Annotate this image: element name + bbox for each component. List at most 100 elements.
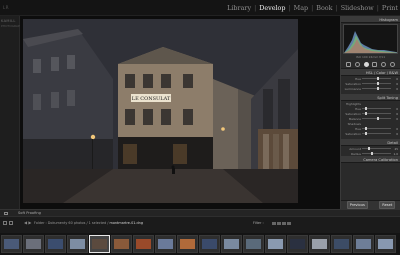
- filmstrip-thumb[interactable]: [133, 235, 154, 253]
- thumb-image: [268, 239, 283, 249]
- slider-track[interactable]: [362, 117, 391, 120]
- slider-label: Radius: [350, 151, 361, 156]
- thumb-image: [92, 239, 107, 249]
- thumb-image: [48, 239, 63, 249]
- thumb-image: [26, 239, 41, 249]
- slider-track[interactable]: [362, 82, 391, 85]
- filter-swatch: [272, 222, 276, 225]
- selected-count: / 1 selected /: [86, 221, 109, 225]
- slider-value: 25: [394, 146, 398, 151]
- adjustment-brush-icon[interactable]: [390, 61, 396, 67]
- detail-header[interactable]: Detail: [341, 139, 400, 146]
- filmstrip-thumb-selected[interactable]: [89, 235, 110, 253]
- slider-knob[interactable]: [376, 87, 379, 90]
- slider-knob[interactable]: [364, 112, 367, 115]
- filmstrip-thumb[interactable]: [331, 235, 352, 253]
- thumb-image: [290, 239, 305, 249]
- slider-knob[interactable]: [364, 127, 367, 130]
- slider-track[interactable]: [362, 112, 391, 115]
- filmstrip-source[interactable]: Folder : Dokumenty 60 photos / 1 selecte…: [34, 221, 143, 225]
- radial-filter-icon[interactable]: [381, 61, 387, 67]
- tool-strip: [341, 60, 400, 69]
- slider-knob[interactable]: [364, 132, 367, 135]
- module-map[interactable]: Map: [292, 4, 310, 12]
- slider-value: 0: [396, 81, 398, 86]
- single-view-icon[interactable]: [3, 221, 7, 225]
- slider-label: Saturation: [345, 81, 361, 86]
- slider-value: 0: [396, 116, 398, 121]
- filmstrip-thumb[interactable]: [375, 235, 396, 253]
- filmstrip-thumb[interactable]: [265, 235, 286, 253]
- thumb-image: [114, 239, 129, 249]
- street-lamp: [90, 134, 96, 140]
- thumb-image: [70, 239, 85, 249]
- histogram-graph: [344, 31, 397, 53]
- image-canvas: LE CONSULAT: [20, 16, 340, 209]
- filmstrip-thumb[interactable]: [45, 235, 66, 253]
- grid-view-icon[interactable]: [9, 221, 13, 225]
- module-bar: LR Library | Develop | Map | Book | Slidesho…: [0, 0, 400, 16]
- section-label: Highlights: [345, 101, 361, 106]
- view-mode-icon[interactable]: [4, 212, 8, 215]
- module-print[interactable]: Print: [380, 4, 400, 12]
- split-toning-header[interactable]: Split Toning: [341, 94, 400, 101]
- red-eye-icon[interactable]: [363, 61, 369, 67]
- module-library[interactable]: Library: [225, 4, 253, 12]
- filmstrip-thumb[interactable]: [243, 235, 264, 253]
- filmstrip-thumb[interactable]: [221, 235, 242, 253]
- photo-illustration: LE CONSULAT: [23, 19, 298, 203]
- module-slideshow[interactable]: Slideshow: [339, 4, 376, 12]
- soft-proofing-toggle[interactable]: Soft Proofing: [18, 211, 41, 215]
- filmstrip-thumb[interactable]: [353, 235, 374, 253]
- slider-track[interactable]: [362, 127, 391, 130]
- previous-button[interactable]: Previous: [346, 201, 368, 209]
- slider-track[interactable]: [362, 77, 391, 80]
- left-panel-collapsed[interactable]: KAMILL PHOTOGRAPHY: [0, 16, 24, 209]
- photo-preview[interactable]: LE CONSULAT: [23, 19, 298, 203]
- slider-knob[interactable]: [376, 77, 379, 80]
- spot-removal-icon[interactable]: [354, 61, 360, 67]
- histogram-header[interactable]: Histogram: [341, 16, 400, 23]
- thumb-image: [4, 239, 19, 249]
- filmstrip-view-icons: [3, 221, 13, 225]
- slider-knob[interactable]: [376, 82, 379, 85]
- graduated-filter-icon[interactable]: [372, 61, 378, 67]
- slider-knob[interactable]: [364, 107, 367, 110]
- camera-calibration-header[interactable]: Camera Calibration: [341, 156, 400, 163]
- slider-value: 1.0: [393, 151, 398, 156]
- nav-arrows-icon[interactable]: ◀ ▶: [24, 220, 31, 225]
- thumb-image: [158, 239, 173, 249]
- filmstrip-thumb[interactable]: [287, 235, 308, 253]
- slider-label: Balance: [349, 116, 361, 121]
- reset-button[interactable]: Reset: [379, 201, 396, 209]
- crop-icon[interactable]: [345, 61, 351, 67]
- sign-text: LE CONSULAT: [132, 96, 171, 102]
- slider-track[interactable]: [362, 87, 391, 90]
- filmstrip-thumb[interactable]: [1, 235, 22, 253]
- module-develop[interactable]: Develop: [257, 4, 287, 12]
- filter-swatches[interactable]: [272, 222, 291, 225]
- slider-track[interactable]: [362, 132, 391, 135]
- photo-count: 60 photos: [68, 221, 86, 225]
- filmstrip-thumb[interactable]: [111, 235, 132, 253]
- hsl-header[interactable]: HSL / Color / B&W: [341, 69, 400, 76]
- slider-knob[interactable]: [367, 147, 370, 150]
- filmstrip-thumb[interactable]: [155, 235, 176, 253]
- slider-knob[interactable]: [376, 117, 379, 120]
- module-book[interactable]: Book: [314, 4, 334, 12]
- filmstrip-thumb[interactable]: [309, 235, 330, 253]
- slider-label: Amount: [349, 146, 361, 151]
- selected-filename: montmartre-01.dng: [109, 221, 143, 225]
- filter-label: Filter :: [253, 221, 264, 225]
- slider-knob[interactable]: [370, 152, 373, 155]
- slider-value: 0: [396, 76, 398, 81]
- filmstrip-thumb[interactable]: [67, 235, 88, 253]
- filmstrip-thumb[interactable]: [199, 235, 220, 253]
- filmstrip-thumb[interactable]: [177, 235, 198, 253]
- slider-label: Saturation: [345, 111, 361, 116]
- slider-track[interactable]: [362, 147, 391, 150]
- filmstrip-thumb[interactable]: [23, 235, 44, 253]
- slider-track[interactable]: [362, 152, 391, 155]
- toolbar: Soft Proofing: [0, 209, 400, 216]
- slider-track[interactable]: [362, 107, 391, 110]
